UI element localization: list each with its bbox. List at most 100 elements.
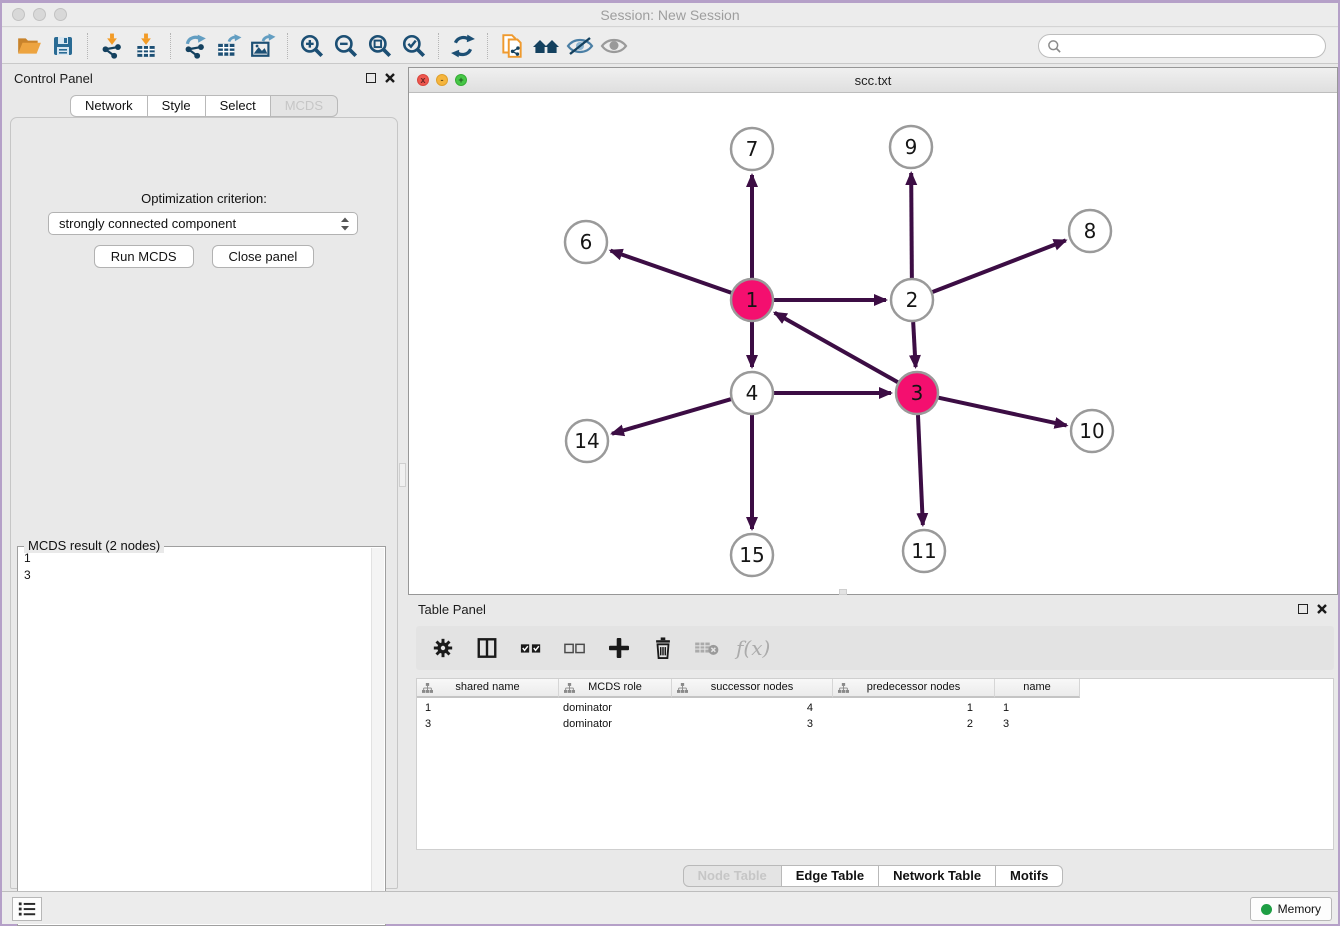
node-table: shared nameMCDS rolesuccessor nodesprede… bbox=[416, 678, 1334, 850]
tab-node-table[interactable]: Node Table bbox=[683, 865, 782, 887]
column-header-MCDS-role[interactable]: MCDS role bbox=[559, 679, 672, 698]
table-cell[interactable]: 2 bbox=[833, 716, 995, 732]
close-panel-button[interactable]: Close panel bbox=[212, 245, 315, 268]
home-icon[interactable] bbox=[529, 31, 563, 61]
zoom-fit-icon[interactable] bbox=[363, 31, 397, 61]
refresh-icon[interactable] bbox=[446, 31, 480, 61]
tab-network[interactable]: Network bbox=[70, 95, 148, 117]
graph-edge-2-3[interactable] bbox=[913, 322, 915, 367]
table-row[interactable]: 1dominator411 bbox=[417, 700, 1333, 716]
graph-node-11[interactable]: 11 bbox=[903, 530, 945, 572]
graph-edge-2-9[interactable] bbox=[911, 173, 912, 278]
memory-button[interactable]: Memory bbox=[1250, 897, 1332, 921]
graph-node-label: 14 bbox=[574, 429, 599, 453]
hierarchy-icon bbox=[677, 683, 688, 694]
graph-node-2[interactable]: 2 bbox=[891, 279, 933, 321]
mcds-tab-content: Optimization criterion: strongly connect… bbox=[10, 117, 398, 889]
tab-mcds[interactable]: MCDS bbox=[271, 95, 338, 117]
export-network-icon[interactable] bbox=[178, 31, 212, 61]
save-session-icon[interactable] bbox=[46, 31, 80, 61]
select-all-icon[interactable] bbox=[516, 633, 546, 663]
export-image-icon[interactable] bbox=[246, 31, 280, 61]
toolbar-separator bbox=[287, 33, 288, 59]
panel-divider-grip[interactable] bbox=[399, 463, 406, 487]
graph-edge-1-6[interactable] bbox=[611, 251, 732, 293]
task-history-button[interactable] bbox=[12, 897, 42, 921]
hide-others-icon[interactable] bbox=[563, 31, 597, 61]
column-header-predecessor-nodes[interactable]: predecessor nodes bbox=[833, 679, 995, 698]
table-cell[interactable]: 3 bbox=[417, 716, 559, 732]
network-canvas[interactable]: 7 9 6 8 1 2 4 3 14 10 15 11 bbox=[409, 93, 1337, 594]
column-header-successor-nodes[interactable]: successor nodes bbox=[672, 679, 833, 698]
table-cell[interactable]: dominator bbox=[559, 716, 672, 732]
graph-edge-4-14[interactable] bbox=[612, 399, 731, 434]
table-cell[interactable]: 3 bbox=[672, 716, 833, 732]
gear-icon[interactable] bbox=[428, 633, 458, 663]
delete-table-icon bbox=[692, 633, 722, 663]
graph-node-4[interactable]: 4 bbox=[731, 372, 773, 414]
memory-status-icon bbox=[1261, 904, 1272, 915]
fx-label: f(x) bbox=[736, 636, 770, 660]
graph-node-label: 8 bbox=[1084, 219, 1097, 243]
table-cell[interactable]: 1 bbox=[995, 700, 1080, 716]
zoom-in-icon[interactable] bbox=[295, 31, 329, 61]
status-bar: Memory bbox=[2, 891, 1338, 924]
table-cell[interactable]: 1 bbox=[417, 700, 559, 716]
tab-select[interactable]: Select bbox=[206, 95, 271, 117]
show-all-icon[interactable] bbox=[597, 31, 631, 61]
toolbar-separator bbox=[170, 33, 171, 59]
graph-node-3[interactable]: 3 bbox=[896, 372, 938, 414]
close-table-panel-icon[interactable] bbox=[1316, 603, 1328, 615]
open-session-icon[interactable] bbox=[12, 31, 46, 61]
table-cell[interactable]: 4 bbox=[672, 700, 833, 716]
float-table-panel-icon[interactable] bbox=[1298, 604, 1308, 614]
graph-node-8[interactable]: 8 bbox=[1069, 210, 1111, 252]
column-header-name[interactable]: name bbox=[995, 679, 1080, 698]
table-cell[interactable]: 1 bbox=[833, 700, 995, 716]
graph-node-7[interactable]: 7 bbox=[731, 128, 773, 170]
import-network-icon[interactable] bbox=[95, 31, 129, 61]
add-column-icon[interactable] bbox=[604, 633, 634, 663]
columns-icon[interactable] bbox=[472, 633, 502, 663]
graph-node-1[interactable]: 1 bbox=[731, 279, 773, 321]
delete-column-icon[interactable] bbox=[648, 633, 678, 663]
tab-network-table[interactable]: Network Table bbox=[879, 865, 996, 887]
optimization-criterion-value: strongly connected component bbox=[59, 216, 236, 231]
graph-node-15[interactable]: 15 bbox=[731, 534, 773, 576]
graph-node-10[interactable]: 10 bbox=[1071, 410, 1113, 452]
tab-style[interactable]: Style bbox=[148, 95, 206, 117]
toolbar-separator bbox=[487, 33, 488, 59]
graph-node-9[interactable]: 9 bbox=[890, 126, 932, 168]
horizontal-scrollbar-grip[interactable] bbox=[839, 589, 847, 595]
zoom-selected-icon[interactable] bbox=[397, 31, 431, 61]
clone-network-icon[interactable] bbox=[495, 31, 529, 61]
graph-node-14[interactable]: 14 bbox=[566, 420, 608, 462]
result-scrollbar[interactable] bbox=[371, 548, 384, 924]
search-input[interactable] bbox=[1062, 39, 1302, 53]
close-panel-icon[interactable] bbox=[384, 72, 396, 84]
optimization-criterion-select[interactable]: strongly connected component bbox=[48, 212, 358, 235]
graph-edge-3-11[interactable] bbox=[918, 415, 923, 525]
network-view-window: x - + scc.txt 7 9 6 8 1 2 4 3 14 10 15 11 bbox=[408, 67, 1338, 595]
column-header-shared-name[interactable]: shared name bbox=[417, 679, 559, 698]
graph-edge-2-8[interactable] bbox=[933, 240, 1066, 292]
run-mcds-button[interactable]: Run MCDS bbox=[94, 245, 194, 268]
import-table-icon[interactable] bbox=[129, 31, 163, 61]
graph-node-6[interactable]: 6 bbox=[565, 221, 607, 263]
graph-edge-3-10[interactable] bbox=[938, 398, 1066, 426]
table-cell[interactable]: 3 bbox=[995, 716, 1080, 732]
network-window-titlebar[interactable]: x - + scc.txt bbox=[409, 68, 1337, 93]
graph-node-label: 6 bbox=[580, 230, 593, 254]
search-box[interactable] bbox=[1038, 34, 1326, 58]
control-panel-title: Control Panel bbox=[14, 71, 93, 86]
tab-motifs[interactable]: Motifs bbox=[996, 865, 1063, 887]
deselect-all-icon[interactable] bbox=[560, 633, 590, 663]
float-panel-icon[interactable] bbox=[366, 73, 376, 83]
function-builder-icon: f(x) bbox=[736, 633, 770, 663]
tab-edge-table[interactable]: Edge Table bbox=[782, 865, 879, 887]
table-cell[interactable]: dominator bbox=[559, 700, 672, 716]
zoom-out-icon[interactable] bbox=[329, 31, 363, 61]
export-table-icon[interactable] bbox=[212, 31, 246, 61]
graph-edge-3-1[interactable] bbox=[775, 313, 898, 382]
table-row[interactable]: 3dominator323 bbox=[417, 716, 1333, 732]
